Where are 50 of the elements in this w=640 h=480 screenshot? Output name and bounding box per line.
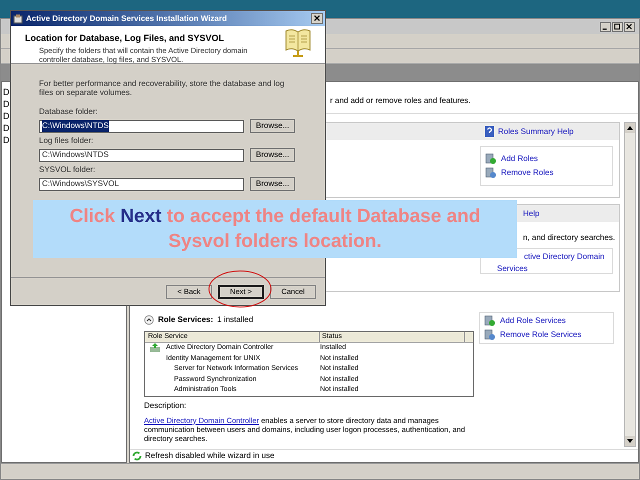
action-link[interactable]: Remove Role Services bbox=[500, 329, 582, 341]
tree-item[interactable]: D bbox=[3, 122, 10, 134]
close-icon[interactable] bbox=[624, 22, 635, 32]
maximize-icon[interactable] bbox=[612, 22, 623, 32]
action-link[interactable]: Add Roles bbox=[501, 153, 538, 165]
scrollbar[interactable] bbox=[624, 122, 636, 447]
close-icon[interactable] bbox=[311, 13, 323, 24]
highlight-ellipse bbox=[208, 270, 272, 308]
collapse-icon[interactable] bbox=[144, 315, 154, 325]
browse-button[interactable]: Browse... bbox=[250, 177, 295, 191]
summary-text: n, and directory searches. bbox=[523, 232, 616, 244]
tree-item[interactable]: D bbox=[3, 110, 10, 122]
installed-icon bbox=[149, 343, 161, 354]
app-icon bbox=[13, 14, 23, 24]
action-link[interactable]: Remove Roles bbox=[501, 167, 554, 179]
remove-icon bbox=[484, 329, 496, 341]
help-link[interactable]: Roles Summary Help bbox=[498, 126, 574, 138]
folder-field[interactable]: C:\Windows\NTDS bbox=[39, 148, 244, 162]
remove-icon bbox=[485, 167, 497, 179]
tree-item[interactable]: D bbox=[3, 86, 10, 98]
refresh-icon bbox=[132, 451, 142, 461]
browse-button[interactable]: Browse... bbox=[250, 119, 295, 133]
callout-text: Click Next to accept the default Database and Sysvol folders location. bbox=[68, 205, 482, 254]
section-title: Role Services: bbox=[158, 314, 214, 326]
page-heading: Location for Database, Log Files, and SYSVOL bbox=[25, 32, 226, 45]
window-title: Active Directory Domain Services Installation Wizard bbox=[26, 12, 228, 24]
intro-text: r and add or remove roles and features. bbox=[330, 95, 471, 107]
refresh-status: Refresh disabled while wizard in use bbox=[145, 450, 274, 462]
minimize-icon[interactable] bbox=[600, 22, 611, 32]
tree-item[interactable]: D bbox=[3, 134, 10, 146]
role-link[interactable]: ctive Directory Domain bbox=[524, 251, 604, 263]
description-label: Description: bbox=[144, 400, 188, 412]
help-link[interactable]: Help bbox=[523, 208, 540, 220]
scroll-down-icon[interactable] bbox=[625, 436, 635, 446]
browse-button[interactable]: Browse... bbox=[250, 148, 295, 162]
folder-field[interactable]: C:\Windows\NTDS bbox=[39, 120, 244, 132]
action-link[interactable]: Add Role Services bbox=[500, 315, 566, 327]
help-icon bbox=[485, 126, 494, 137]
scroll-up-icon[interactable] bbox=[625, 123, 635, 133]
add-icon bbox=[485, 153, 497, 165]
field-label: Log files folder: bbox=[39, 135, 94, 147]
add-icon bbox=[484, 315, 496, 327]
book-icon bbox=[285, 28, 311, 58]
folder-field[interactable]: C:\Windows\SYSVOL bbox=[39, 178, 244, 190]
role-link[interactable]: Services bbox=[497, 263, 528, 275]
field-label: Database folder: bbox=[39, 106, 98, 118]
intro-text: For better performance and recoverability, store the database and log files on separate volumes. bbox=[39, 79, 286, 97]
installed-count: 1 installed bbox=[217, 314, 254, 326]
field-label: SYSVOL folder: bbox=[39, 164, 96, 176]
tree-item[interactable]: D bbox=[3, 98, 10, 110]
